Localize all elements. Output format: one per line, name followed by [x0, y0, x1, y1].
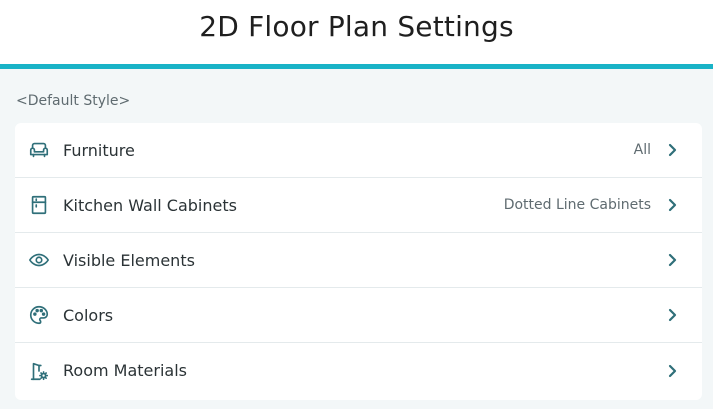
row-label: Room Materials — [63, 361, 187, 380]
row-label: Colors — [63, 305, 114, 325]
chevron-right-icon — [663, 362, 681, 380]
eye-icon — [27, 248, 51, 272]
room-materials-icon — [27, 359, 51, 383]
row-visible-elements[interactable]: Visible Elements — [15, 233, 702, 288]
sofa-icon — [27, 138, 51, 162]
chevron-right-icon — [663, 196, 681, 214]
row-furniture[interactable]: Furniture All — [15, 123, 702, 178]
row-label: Visible Elements — [63, 250, 195, 270]
chevron-right-icon — [663, 141, 681, 159]
row-kitchen-wall-cabinets[interactable]: Kitchen Wall Cabinets Dotted Line Cabine… — [15, 178, 702, 233]
page-title: 2D Floor Plan Settings — [199, 9, 514, 43]
row-value: All — [633, 142, 651, 158]
settings-list: Furniture All Kitchen Wall Cabinets Dott… — [15, 123, 702, 400]
row-label: Furniture — [63, 140, 135, 160]
row-value: Dotted Line Cabinets — [503, 197, 651, 213]
cabinet-icon — [27, 193, 51, 217]
palette-icon — [27, 303, 51, 327]
section-label: <Default Style> — [16, 93, 131, 109]
row-room-materials[interactable]: Room Materials — [15, 343, 702, 398]
chevron-right-icon — [663, 306, 681, 324]
row-colors[interactable]: Colors — [15, 288, 702, 343]
header: 2D Floor Plan Settings — [0, 0, 713, 69]
row-label: Kitchen Wall Cabinets — [63, 195, 237, 215]
chevron-right-icon — [663, 251, 681, 269]
